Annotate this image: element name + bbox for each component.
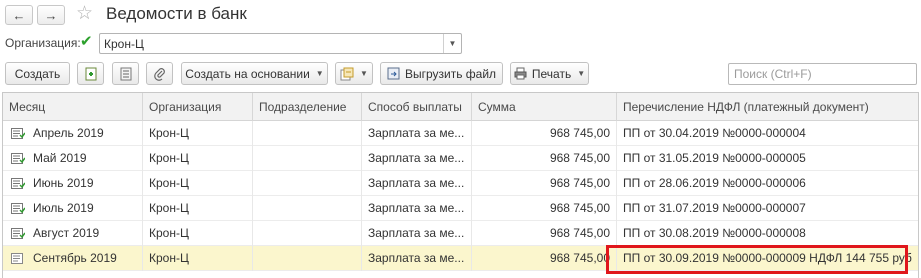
search-input[interactable]: Поиск (Ctrl+F) bbox=[728, 63, 917, 85]
organization-value: Крон-Ц bbox=[104, 37, 144, 51]
attach-button[interactable] bbox=[146, 62, 173, 85]
create-button-label: Создать bbox=[14, 66, 61, 81]
document-posted-icon bbox=[11, 203, 25, 214]
cell-ndfl-transfer[interactable]: ПП от 30.09.2019 №0000-000009 НДФЛ 144 7… bbox=[617, 246, 918, 271]
add-document-icon bbox=[84, 67, 98, 81]
back-button[interactable]: ← bbox=[5, 5, 33, 25]
cell-month: Август 2019 bbox=[27, 221, 143, 246]
cell-division bbox=[253, 146, 362, 171]
title-bar: ← → ☆ Ведомости в банк bbox=[0, 0, 921, 30]
cell-organization: Крон-Ц bbox=[143, 221, 253, 246]
cell-payment-method: Зарплата за ме... bbox=[362, 171, 472, 196]
cell-organization: Крон-Ц bbox=[143, 196, 253, 221]
arrow-right-icon: → bbox=[44, 7, 58, 23]
table-row-selected[interactable]: Сентябрь 2019 Крон-Ц Зарплата за ме... 9… bbox=[3, 246, 918, 271]
cell-organization: Крон-Ц bbox=[143, 146, 253, 171]
printer-icon bbox=[514, 67, 527, 80]
table-header: Месяц Организация Подразделение Способ в… bbox=[3, 93, 918, 121]
column-header-payment-method[interactable]: Способ выплаты bbox=[362, 93, 472, 121]
paperclip-icon bbox=[153, 67, 167, 81]
document-icon bbox=[11, 253, 23, 264]
table-row[interactable]: Апрель 2019 Крон-Ц Зарплата за ме... 968… bbox=[3, 121, 918, 146]
add-copy-button[interactable] bbox=[77, 62, 104, 85]
chevron-down-icon: ▼ bbox=[315, 69, 324, 78]
document-posted-icon bbox=[11, 128, 25, 139]
document-posted-icon bbox=[11, 153, 25, 164]
chevron-down-icon: ▼ bbox=[577, 69, 586, 78]
organization-field[interactable]: Крон-Ц ▼ bbox=[99, 33, 462, 54]
document-posted-icon bbox=[11, 178, 25, 189]
cell-sum: 968 745,00 bbox=[472, 121, 617, 146]
table-row[interactable]: Июль 2019 Крон-Ц Зарплата за ме... 968 7… bbox=[3, 196, 918, 221]
cell-division bbox=[253, 221, 362, 246]
cell-ndfl-transfer[interactable]: ПП от 31.07.2019 №0000-000007 bbox=[617, 196, 918, 221]
cell-sum: 968 745,00 bbox=[472, 246, 617, 271]
column-header-organization[interactable]: Организация bbox=[143, 93, 253, 121]
cell-division bbox=[253, 196, 362, 221]
column-header-sum[interactable]: Сумма bbox=[472, 93, 617, 121]
organization-label: Организация: bbox=[5, 36, 81, 50]
cell-sum: 968 745,00 bbox=[472, 171, 617, 196]
forward-button[interactable]: → bbox=[37, 5, 65, 25]
document-posted-icon bbox=[11, 228, 25, 239]
cell-sum: 968 745,00 bbox=[472, 196, 617, 221]
export-file-label: Выгрузить файл bbox=[404, 66, 497, 81]
table-row[interactable]: Август 2019 Крон-Ц Зарплата за ме... 968… bbox=[3, 221, 918, 246]
cell-month: Июнь 2019 bbox=[27, 171, 143, 196]
cell-division bbox=[253, 121, 362, 146]
cell-month: Июль 2019 bbox=[27, 196, 143, 221]
cell-ndfl-transfer[interactable]: ПП от 30.04.2019 №0000-000004 bbox=[617, 121, 918, 146]
cell-payment-method: Зарплата за ме... bbox=[362, 246, 472, 271]
statements-table: Месяц Организация Подразделение Способ в… bbox=[2, 92, 919, 278]
cell-division bbox=[253, 246, 362, 271]
create-button[interactable]: Создать bbox=[5, 62, 70, 85]
table-row[interactable]: Июнь 2019 Крон-Ц Зарплата за ме... 968 7… bbox=[3, 171, 918, 196]
cell-month: Апрель 2019 bbox=[27, 121, 143, 146]
favorite-star-icon[interactable]: ☆ bbox=[76, 3, 93, 25]
table-row[interactable]: Май 2019 Крон-Ц Зарплата за ме... 968 74… bbox=[3, 146, 918, 171]
cell-sum: 968 745,00 bbox=[472, 146, 617, 171]
cell-month: Сентябрь 2019 bbox=[27, 246, 143, 271]
documents-icon bbox=[340, 67, 354, 81]
organization-filter-checkbox[interactable]: ✔ bbox=[80, 34, 93, 50]
documents-menu-button[interactable]: ▼ bbox=[335, 62, 373, 85]
cell-payment-method: Зарплата за ме... bbox=[362, 221, 472, 246]
column-header-ndfl-transfer[interactable]: Перечисление НДФЛ (платежный документ) bbox=[617, 93, 918, 121]
chevron-down-icon[interactable]: ▼ bbox=[443, 34, 461, 53]
cell-payment-method: Зарплата за ме... bbox=[362, 146, 472, 171]
column-header-month[interactable]: Месяц bbox=[3, 93, 143, 121]
print-button[interactable]: Печать ▼ bbox=[510, 62, 589, 85]
export-icon bbox=[387, 67, 400, 80]
create-based-on-button[interactable]: Создать на основании ▼ bbox=[181, 62, 328, 85]
create-based-on-label: Создать на основании bbox=[185, 66, 310, 81]
cell-ndfl-transfer[interactable]: ПП от 31.05.2019 №0000-000005 bbox=[617, 146, 918, 171]
cell-organization: Крон-Ц bbox=[143, 121, 253, 146]
cell-month: Май 2019 bbox=[27, 146, 143, 171]
cell-organization: Крон-Ц bbox=[143, 171, 253, 196]
list-icon bbox=[119, 67, 133, 81]
cell-organization: Крон-Ц bbox=[143, 246, 253, 271]
cell-division bbox=[253, 171, 362, 196]
cell-payment-method: Зарплата за ме... bbox=[362, 121, 472, 146]
cell-ndfl-transfer[interactable]: ПП от 30.08.2019 №0000-000008 bbox=[617, 221, 918, 246]
cell-sum: 968 745,00 bbox=[472, 221, 617, 246]
chevron-down-icon: ▼ bbox=[360, 69, 368, 78]
cell-ndfl-transfer[interactable]: ПП от 28.06.2019 №0000-000006 bbox=[617, 171, 918, 196]
print-label: Печать bbox=[531, 66, 572, 81]
cell-payment-method: Зарплата за ме... bbox=[362, 196, 472, 221]
column-header-division[interactable]: Подразделение bbox=[253, 93, 362, 121]
arrow-left-icon: ← bbox=[12, 7, 26, 23]
page-title: Ведомости в банк bbox=[106, 4, 247, 23]
list-button[interactable] bbox=[112, 62, 139, 85]
export-file-button[interactable]: Выгрузить файл bbox=[380, 62, 503, 85]
